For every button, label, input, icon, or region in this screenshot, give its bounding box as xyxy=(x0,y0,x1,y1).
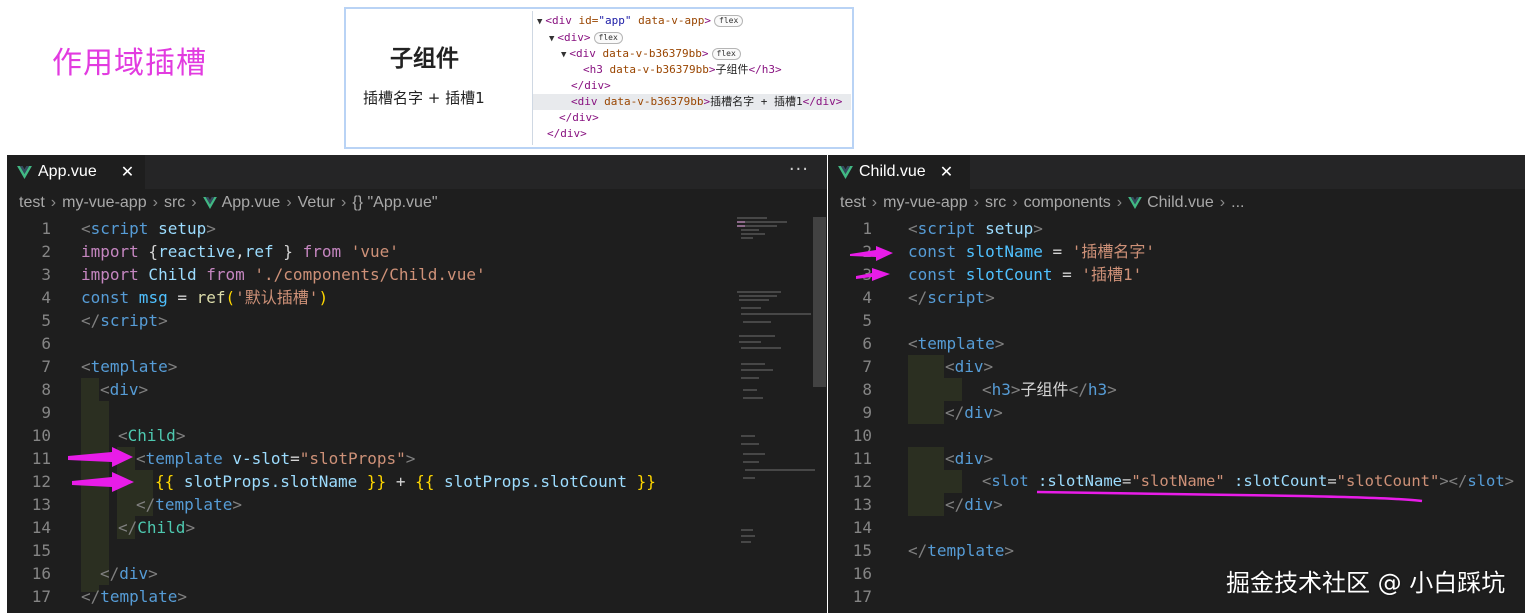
code-line: 7 <div> xyxy=(862,357,994,376)
expand-triangle-icon[interactable]: ▼ xyxy=(549,34,554,44)
breadcrumb-item[interactable]: Child.vue xyxy=(1147,194,1214,212)
code-line: 12{{ slotProps.slotName }} + {{ slotProp… xyxy=(31,472,656,491)
breadcrumb: test › my-vue-app › src › components › Child… xyxy=(828,189,1525,217)
flex-badge[interactable]: flex xyxy=(711,48,741,60)
breadcrumb-item[interactable]: Vetur xyxy=(298,194,335,212)
vue-logo-icon xyxy=(838,165,853,179)
breadcrumb: test › my-vue-app › src › App.vue › Vetur › {… xyxy=(7,189,827,217)
tab-bar: Child.vue ✕ xyxy=(828,155,1525,189)
breadcrumb-item[interactable]: components xyxy=(1024,194,1111,212)
chevron-right-icon: › xyxy=(50,194,57,211)
chevron-right-icon: › xyxy=(1116,194,1123,211)
section-title: 作用域插槽 xyxy=(52,46,207,81)
code-line: 5 </script> xyxy=(41,311,168,330)
code-line: 14 xyxy=(852,518,872,537)
dom-node-app-close[interactable]: </div> xyxy=(547,126,587,142)
code-line: 9 </div> xyxy=(862,403,1003,422)
watermark: 掘金技术社区 @ 小白踩坑 xyxy=(1226,569,1506,597)
code-line: 14 </Child> xyxy=(31,518,196,537)
dom-node-div-close[interactable]: </div> xyxy=(571,78,611,94)
code-line: 13 </template> xyxy=(31,495,242,514)
chevron-right-icon: › xyxy=(286,194,292,211)
close-icon[interactable]: ✕ xyxy=(940,162,953,182)
code-line: 12 <slot :slotName="slotName" :slotCount=… xyxy=(852,472,1514,491)
chevron-right-icon: › xyxy=(1219,194,1226,211)
chevron-right-icon: › xyxy=(152,194,158,211)
flex-badge[interactable]: flex xyxy=(714,15,744,27)
code-line: 10 xyxy=(852,426,872,445)
close-icon[interactable]: ✕ xyxy=(121,162,134,182)
child-vue-editor: Child.vue ✕ test › my-vue-app › src › compo… xyxy=(828,155,1525,613)
dom-node-div-close[interactable]: </div> xyxy=(559,110,599,126)
code-line: 9 xyxy=(41,403,51,422)
code-line: 3 const slotCount = '插槽1' xyxy=(862,265,1143,284)
app-vue-editor: App.vue ✕ ··· test › my-vue-app › src › App… xyxy=(7,155,827,613)
code-line: 2 import {reactive,ref } from 'vue' xyxy=(41,242,399,261)
breadcrumb-item[interactable]: ... xyxy=(1231,194,1244,212)
code-line: 5 xyxy=(862,311,872,330)
chevron-right-icon: › xyxy=(341,194,347,211)
vue-logo-icon xyxy=(17,165,32,179)
browser-preview: 子组件 插槽名字 + 插槽1 ▼ <div id="app" data-v-app… xyxy=(344,7,854,149)
code-line: 15 xyxy=(31,541,51,560)
code-area[interactable]: 1 <script setup> 2 const slotName = '插槽名字'… xyxy=(828,217,1525,613)
code-line: 11 <template v-slot="slotProps"> xyxy=(31,449,416,468)
code-line: 17 </template> xyxy=(31,587,187,606)
rendered-output: 子组件 插槽名字 + 插槽1 xyxy=(346,9,531,147)
devtools-elements-panel: ▼ <div id="app" data-v-app> flex ▼ <div> fle… xyxy=(532,11,851,145)
dom-node-child-div[interactable]: ▼ <div data-v-b36379bb> flex xyxy=(561,46,741,62)
code-line: 6 xyxy=(41,334,51,353)
tab-child-vue[interactable]: Child.vue ✕ xyxy=(828,155,970,189)
expand-triangle-icon[interactable]: ▼ xyxy=(561,50,566,60)
code-line: 13 </div> xyxy=(852,495,1003,514)
chevron-right-icon: › xyxy=(973,194,979,211)
dom-node-h3[interactable]: <h3 data-v-b36379bb>子组件</h3> xyxy=(583,62,782,78)
code-line: 3 import Child from './components/Child.v… xyxy=(41,265,486,284)
code-line: 1 <script setup> xyxy=(41,219,216,238)
tab-bar: App.vue ✕ ··· xyxy=(7,155,827,189)
breadcrumb-item[interactable]: App.vue xyxy=(222,194,281,212)
flex-badge[interactable]: flex xyxy=(593,32,623,44)
code-area[interactable]: 1 <script setup> 2 import {reactive,ref } … xyxy=(7,217,827,613)
vertical-scrollbar[interactable] xyxy=(813,217,826,387)
dom-node-app[interactable]: ▼ <div id="app" data-v-app> flex xyxy=(537,13,744,29)
breadcrumb-item[interactable]: {} "App.vue" xyxy=(352,194,437,212)
code-line: 7 <template> xyxy=(41,357,178,376)
code-line: 2 const slotName = '插槽名字' xyxy=(862,242,1156,261)
code-line: 10 <Child> xyxy=(31,426,186,445)
slot-output-text: 插槽名字 + 插槽1 xyxy=(363,89,485,107)
code-line: 6 <template> xyxy=(862,334,1005,353)
code-line: 1 <script setup> xyxy=(862,219,1043,238)
code-line: 4 const msg = ref('默认插槽') xyxy=(41,288,329,307)
breadcrumb-item[interactable]: my-vue-app xyxy=(883,194,967,212)
code-line: 8 <div> xyxy=(41,380,149,399)
breadcrumb-item[interactable]: my-vue-app xyxy=(62,194,146,212)
chevron-right-icon: › xyxy=(1012,194,1018,211)
code-line: 15 </template> xyxy=(852,541,1014,560)
expand-triangle-icon[interactable]: ▼ xyxy=(537,17,542,27)
code-line: 8 <h3>子组件</h3> xyxy=(862,380,1117,399)
breadcrumb-item[interactable]: test xyxy=(840,194,866,212)
code-line: 16 </div> xyxy=(31,564,158,583)
more-actions-icon[interactable]: ··· xyxy=(789,159,809,180)
tab-label: Child.vue xyxy=(859,163,926,180)
code-line: 4 </script> xyxy=(862,288,995,307)
minimap[interactable] xyxy=(735,217,815,613)
dom-node-slot-div[interactable]: <div data-v-b36379bb>插槽名字 + 插槽1</div> xyxy=(533,94,851,110)
dom-node-div[interactable]: ▼ <div> flex xyxy=(549,30,623,46)
breadcrumb-item[interactable]: src xyxy=(164,194,185,212)
breadcrumb-item[interactable]: test xyxy=(19,194,45,212)
vue-logo-icon xyxy=(1128,197,1142,209)
chevron-right-icon: › xyxy=(871,194,878,211)
tab-app-vue[interactable]: App.vue ✕ xyxy=(7,155,145,189)
tab-label: App.vue xyxy=(38,163,97,180)
breadcrumb-item[interactable]: src xyxy=(985,194,1006,212)
vue-logo-icon xyxy=(202,197,217,209)
code-line: 11 <div> xyxy=(852,449,994,468)
chevron-right-icon: › xyxy=(191,194,197,211)
child-heading: 子组件 xyxy=(390,46,459,72)
